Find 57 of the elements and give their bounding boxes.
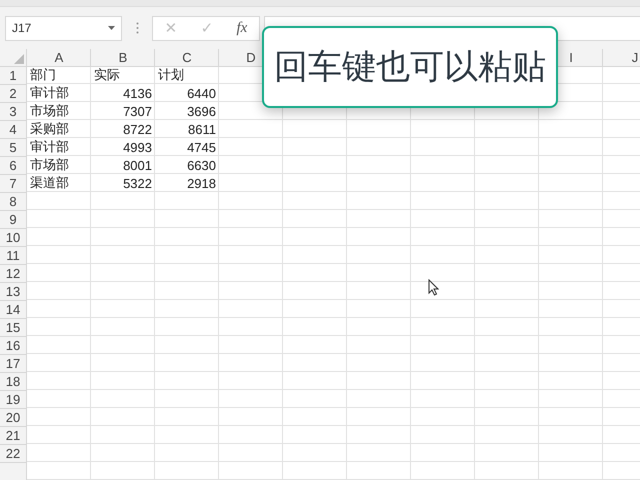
column-header[interactable]: J: [630, 50, 640, 65]
row-header[interactable]: 2: [0, 85, 27, 103]
table-cell-text: 审计部: [29, 139, 70, 157]
table-cell-text: 8722: [122, 121, 153, 139]
row-header[interactable]: 5: [0, 139, 27, 157]
row-header[interactable]: 6: [0, 157, 27, 175]
table-cell-text: 3696: [186, 103, 217, 121]
table-cell-text: 2918: [186, 175, 217, 193]
table-cell-text: 渠道部: [29, 175, 70, 193]
table-cell-text: 市场部: [29, 103, 70, 121]
row-header[interactable]: 7: [0, 175, 27, 193]
toast-message: 回车键也可以粘贴: [262, 26, 558, 108]
row-header[interactable]: 16: [0, 337, 27, 355]
row-header[interactable]: 9: [0, 211, 27, 229]
insert-function-button[interactable]: fx: [232, 20, 252, 36]
table-cell-text: 6630: [186, 157, 217, 175]
table-cell-text: 市场部: [29, 157, 70, 175]
row-header[interactable]: 20: [0, 409, 27, 427]
row-header[interactable]: 14: [0, 301, 27, 319]
row-header[interactable]: 11: [0, 247, 27, 265]
column-header[interactable]: C: [180, 50, 194, 65]
row-header[interactable]: 15: [0, 319, 27, 337]
table-cell-text: 4136: [122, 85, 153, 103]
table-cell-text: 部门: [29, 67, 57, 85]
name-box[interactable]: J17: [5, 16, 122, 40]
row-header[interactable]: 18: [0, 373, 27, 391]
select-all-icon[interactable]: [14, 54, 24, 64]
table-cell-text: 6440: [186, 85, 217, 103]
row-header[interactable]: 12: [0, 265, 27, 283]
row-header[interactable]: 4: [0, 121, 27, 139]
column-header[interactable]: D: [244, 50, 258, 65]
table-cell-text: 实际: [93, 67, 121, 85]
column-header[interactable]: I: [567, 50, 575, 65]
column-header[interactable]: B: [116, 50, 130, 65]
table-cell-text: 5322: [122, 175, 153, 193]
table-cell-text: 4993: [122, 139, 153, 157]
row-header[interactable]: 19: [0, 391, 27, 409]
drag-handle-icon[interactable]: [136, 22, 139, 34]
table-cell-text: 8001: [122, 157, 153, 175]
caret-icon: [108, 26, 115, 30]
table-cell-text: 7307: [122, 103, 153, 121]
row-header[interactable]: 8: [0, 193, 27, 211]
row-header[interactable]: 13: [0, 283, 27, 301]
row-header[interactable]: 17: [0, 355, 27, 373]
table-cell-text: 8611: [187, 121, 217, 139]
table-cell-text: 审计部: [29, 85, 70, 103]
table-cell-text: 采购部: [29, 121, 70, 139]
column-header[interactable]: A: [52, 50, 66, 65]
row-header[interactable]: [0, 463, 27, 480]
row-header[interactable]: 3: [0, 103, 27, 121]
row-header[interactable]: 22: [0, 445, 27, 463]
mouse-pointer-icon: [428, 279, 439, 296]
row-header[interactable]: 10: [0, 229, 27, 247]
row-header[interactable]: 1: [0, 67, 27, 85]
table-cell-text: 4745: [186, 139, 217, 157]
row-header[interactable]: 21: [0, 427, 27, 445]
table-cell-text: 计划: [157, 67, 185, 85]
